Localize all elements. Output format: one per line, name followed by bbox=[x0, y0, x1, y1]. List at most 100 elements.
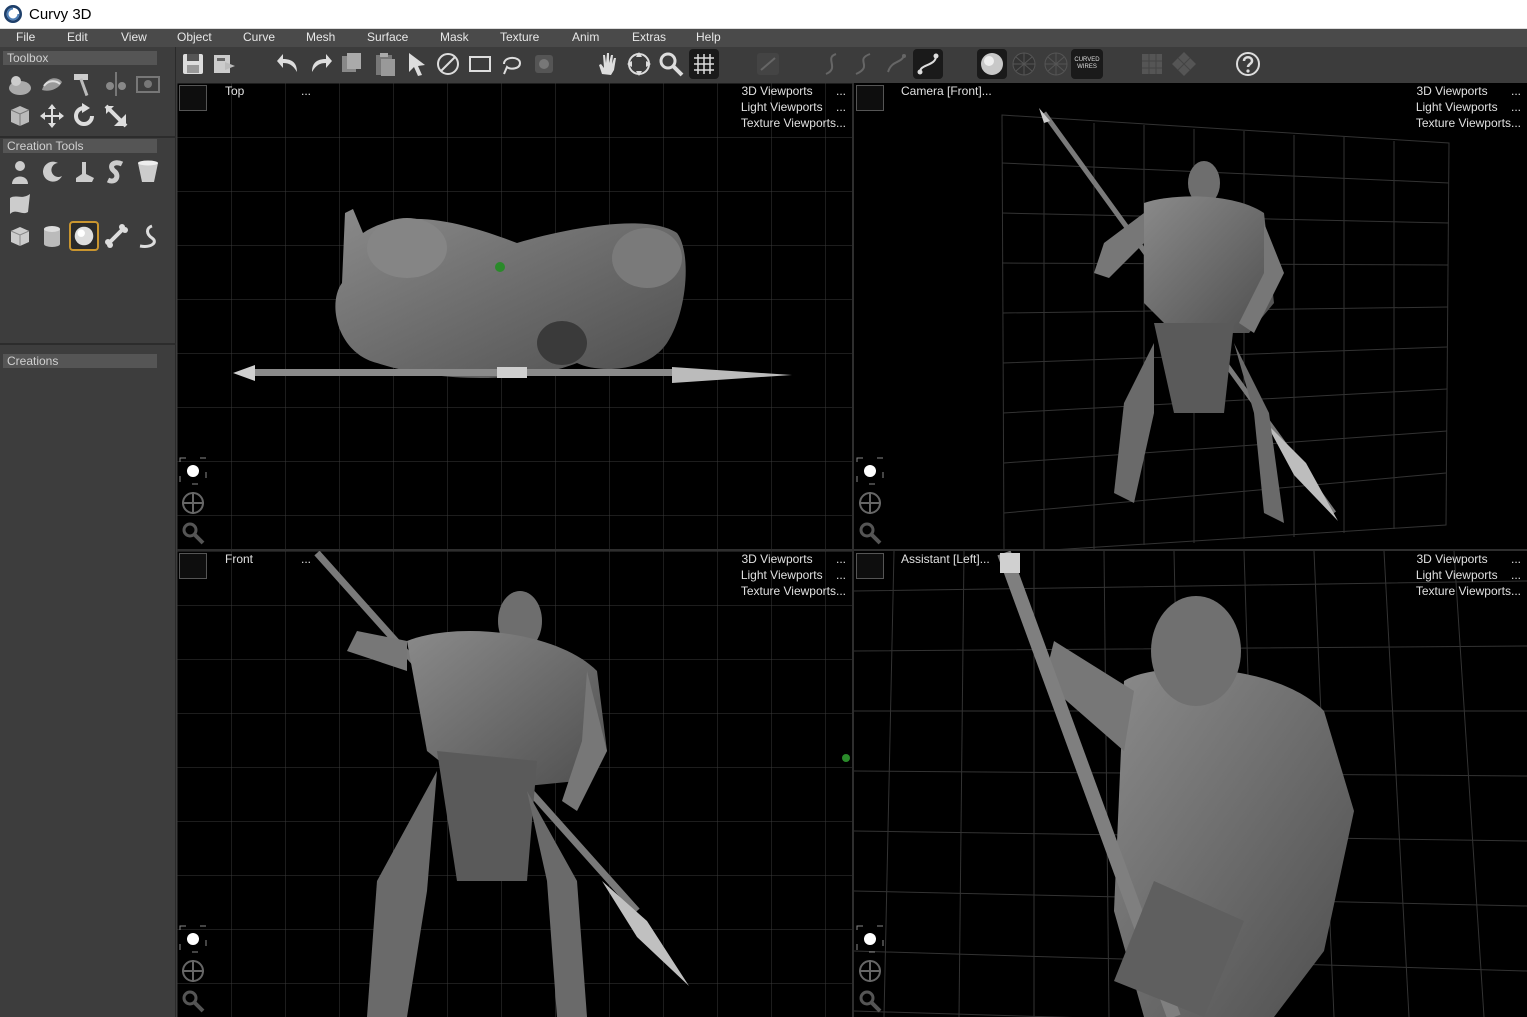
viewport-front[interactable]: Front ... 3D Viewports ... Light Viewpor… bbox=[177, 551, 852, 1017]
orbit-nav-icon[interactable] bbox=[856, 957, 884, 985]
link-light-viewports[interactable]: Light Viewports ... bbox=[1416, 568, 1521, 582]
link-texture-viewports[interactable]: Texture Viewports... bbox=[1416, 116, 1521, 130]
viewport-assistant[interactable]: Assistant [Left]... 3D Viewports ... Lig… bbox=[854, 551, 1527, 1017]
cube-primitive-icon[interactable] bbox=[5, 221, 35, 251]
scale-box-icon[interactable] bbox=[5, 101, 35, 131]
camera-target-icon[interactable] bbox=[856, 457, 884, 485]
help-icon[interactable] bbox=[1233, 49, 1263, 79]
link-light-viewports[interactable]: Light Viewports ... bbox=[741, 568, 846, 582]
curve-node-icon[interactable] bbox=[913, 49, 943, 79]
viewport-top[interactable]: Top ... 3D Viewports ... Light Viewports… bbox=[177, 83, 852, 549]
link-light-viewports[interactable]: Light Viewports ... bbox=[741, 100, 846, 114]
paint-select-icon[interactable] bbox=[529, 49, 559, 79]
menu-view[interactable]: View bbox=[121, 30, 147, 44]
zoom-nav-icon[interactable] bbox=[856, 519, 884, 547]
bone-primitive-icon[interactable] bbox=[101, 221, 131, 251]
link-texture-viewports[interactable]: Texture Viewports... bbox=[741, 116, 846, 130]
save-icon[interactable] bbox=[178, 49, 208, 79]
wireframe-icon[interactable] bbox=[1041, 49, 1071, 79]
sphere-primitive-icon[interactable] bbox=[69, 221, 99, 251]
copy-icon[interactable] bbox=[337, 49, 367, 79]
viewport-menu-dots[interactable]: ... bbox=[301, 552, 311, 566]
paste-icon[interactable] bbox=[370, 49, 400, 79]
viewport-title[interactable]: Top bbox=[225, 84, 244, 98]
rectangle-select-icon[interactable] bbox=[465, 49, 495, 79]
orbit-nav-icon[interactable] bbox=[856, 489, 884, 517]
revolve-shape-icon[interactable] bbox=[5, 157, 35, 187]
view-grid-icon[interactable] bbox=[1137, 49, 1167, 79]
horizontal-splitter[interactable] bbox=[177, 549, 1527, 551]
tube-primitive-icon[interactable] bbox=[133, 221, 163, 251]
link-3d-viewports[interactable]: 3D Viewports ... bbox=[741, 552, 846, 566]
viewport-selector-icon[interactable] bbox=[856, 553, 884, 579]
zoom-nav-icon[interactable] bbox=[179, 987, 207, 1015]
cylinder-primitive-icon[interactable] bbox=[37, 221, 67, 251]
orbit-icon[interactable] bbox=[624, 49, 654, 79]
zoom-nav-icon[interactable] bbox=[179, 519, 207, 547]
sidebar-divider bbox=[0, 136, 176, 138]
camera-target-icon[interactable] bbox=[179, 925, 207, 953]
select-arrow-icon[interactable] bbox=[402, 49, 432, 79]
save-as-icon[interactable] bbox=[210, 49, 240, 79]
menu-object[interactable]: Object bbox=[177, 30, 212, 44]
lasso-select-icon[interactable] bbox=[497, 49, 527, 79]
scale-arrow-icon[interactable] bbox=[101, 101, 131, 131]
orbit-nav-icon[interactable] bbox=[179, 489, 207, 517]
undo-icon[interactable] bbox=[274, 49, 304, 79]
orbit-nav-icon[interactable] bbox=[179, 957, 207, 985]
curved-wires-button[interactable]: CURVED WIRES bbox=[1071, 49, 1103, 79]
front-view-model bbox=[314, 551, 689, 1017]
menu-texture[interactable]: Texture bbox=[500, 30, 539, 44]
crescent-shape-icon[interactable] bbox=[37, 157, 67, 187]
menu-extras[interactable]: Extras bbox=[632, 30, 666, 44]
select-none-icon[interactable] bbox=[433, 49, 463, 79]
patch-shape-icon[interactable] bbox=[5, 189, 35, 219]
move-icon[interactable] bbox=[37, 101, 67, 131]
sculpt-add-icon[interactable] bbox=[5, 69, 35, 99]
rotate-icon[interactable] bbox=[69, 101, 99, 131]
link-light-viewports[interactable]: Light Viewports ... bbox=[1416, 100, 1521, 114]
viewport-title[interactable]: Assistant [Left]... bbox=[901, 552, 990, 566]
grid-toggle-icon[interactable] bbox=[689, 49, 719, 79]
pan-hand-icon[interactable] bbox=[592, 49, 622, 79]
redo-icon[interactable] bbox=[305, 49, 335, 79]
menu-edit[interactable]: Edit bbox=[67, 30, 88, 44]
menu-surface[interactable]: Surface bbox=[367, 30, 408, 44]
menu-curve[interactable]: Curve bbox=[243, 30, 275, 44]
link-texture-viewports[interactable]: Texture Viewports... bbox=[1416, 584, 1521, 598]
link-3d-viewports[interactable]: 3D Viewports ... bbox=[1416, 84, 1521, 98]
viewport-title[interactable]: Camera [Front]... bbox=[901, 84, 992, 98]
curve-tool-2-icon[interactable] bbox=[849, 49, 879, 79]
menu-anim[interactable]: Anim bbox=[572, 30, 599, 44]
menu-mask[interactable]: Mask bbox=[440, 30, 469, 44]
view-diamond-icon[interactable] bbox=[1169, 49, 1199, 79]
zoom-nav-icon[interactable] bbox=[856, 987, 884, 1015]
snapshot-icon[interactable] bbox=[133, 69, 163, 99]
menu-mesh[interactable]: Mesh bbox=[306, 30, 335, 44]
curve-tool-1-icon[interactable] bbox=[817, 49, 847, 79]
wireframe-shaded-icon[interactable] bbox=[1009, 49, 1039, 79]
camera-target-icon[interactable] bbox=[179, 457, 207, 485]
menu-help[interactable]: Help bbox=[696, 30, 721, 44]
curve-edit-icon[interactable] bbox=[753, 49, 783, 79]
hammer-icon[interactable] bbox=[69, 69, 99, 99]
lathe-shape-icon[interactable] bbox=[133, 157, 163, 187]
menu-file[interactable]: File bbox=[16, 30, 35, 44]
zoom-icon[interactable] bbox=[656, 49, 686, 79]
viewport-selector-icon[interactable] bbox=[179, 85, 207, 111]
mirror-icon[interactable] bbox=[101, 69, 131, 99]
viewport-selector-icon[interactable] bbox=[856, 85, 884, 111]
link-3d-viewports[interactable]: 3D Viewports ... bbox=[741, 84, 846, 98]
sweep-shape-icon[interactable] bbox=[101, 157, 131, 187]
camera-target-icon[interactable] bbox=[856, 925, 884, 953]
viewport-selector-icon[interactable] bbox=[179, 553, 207, 579]
viewport-camera[interactable]: Camera [Front]... 3D Viewports ... Light… bbox=[854, 83, 1527, 549]
viewport-menu-dots[interactable]: ... bbox=[301, 84, 311, 98]
viewport-title[interactable]: Front bbox=[225, 552, 253, 566]
sculpt-smooth-icon[interactable] bbox=[37, 69, 67, 99]
link-3d-viewports[interactable]: 3D Viewports ... bbox=[1416, 552, 1521, 566]
curve-tool-3-icon[interactable] bbox=[881, 49, 911, 79]
extrude-shape-icon[interactable] bbox=[69, 157, 99, 187]
shaded-mode-icon[interactable] bbox=[977, 49, 1007, 79]
link-texture-viewports[interactable]: Texture Viewports... bbox=[741, 584, 846, 598]
